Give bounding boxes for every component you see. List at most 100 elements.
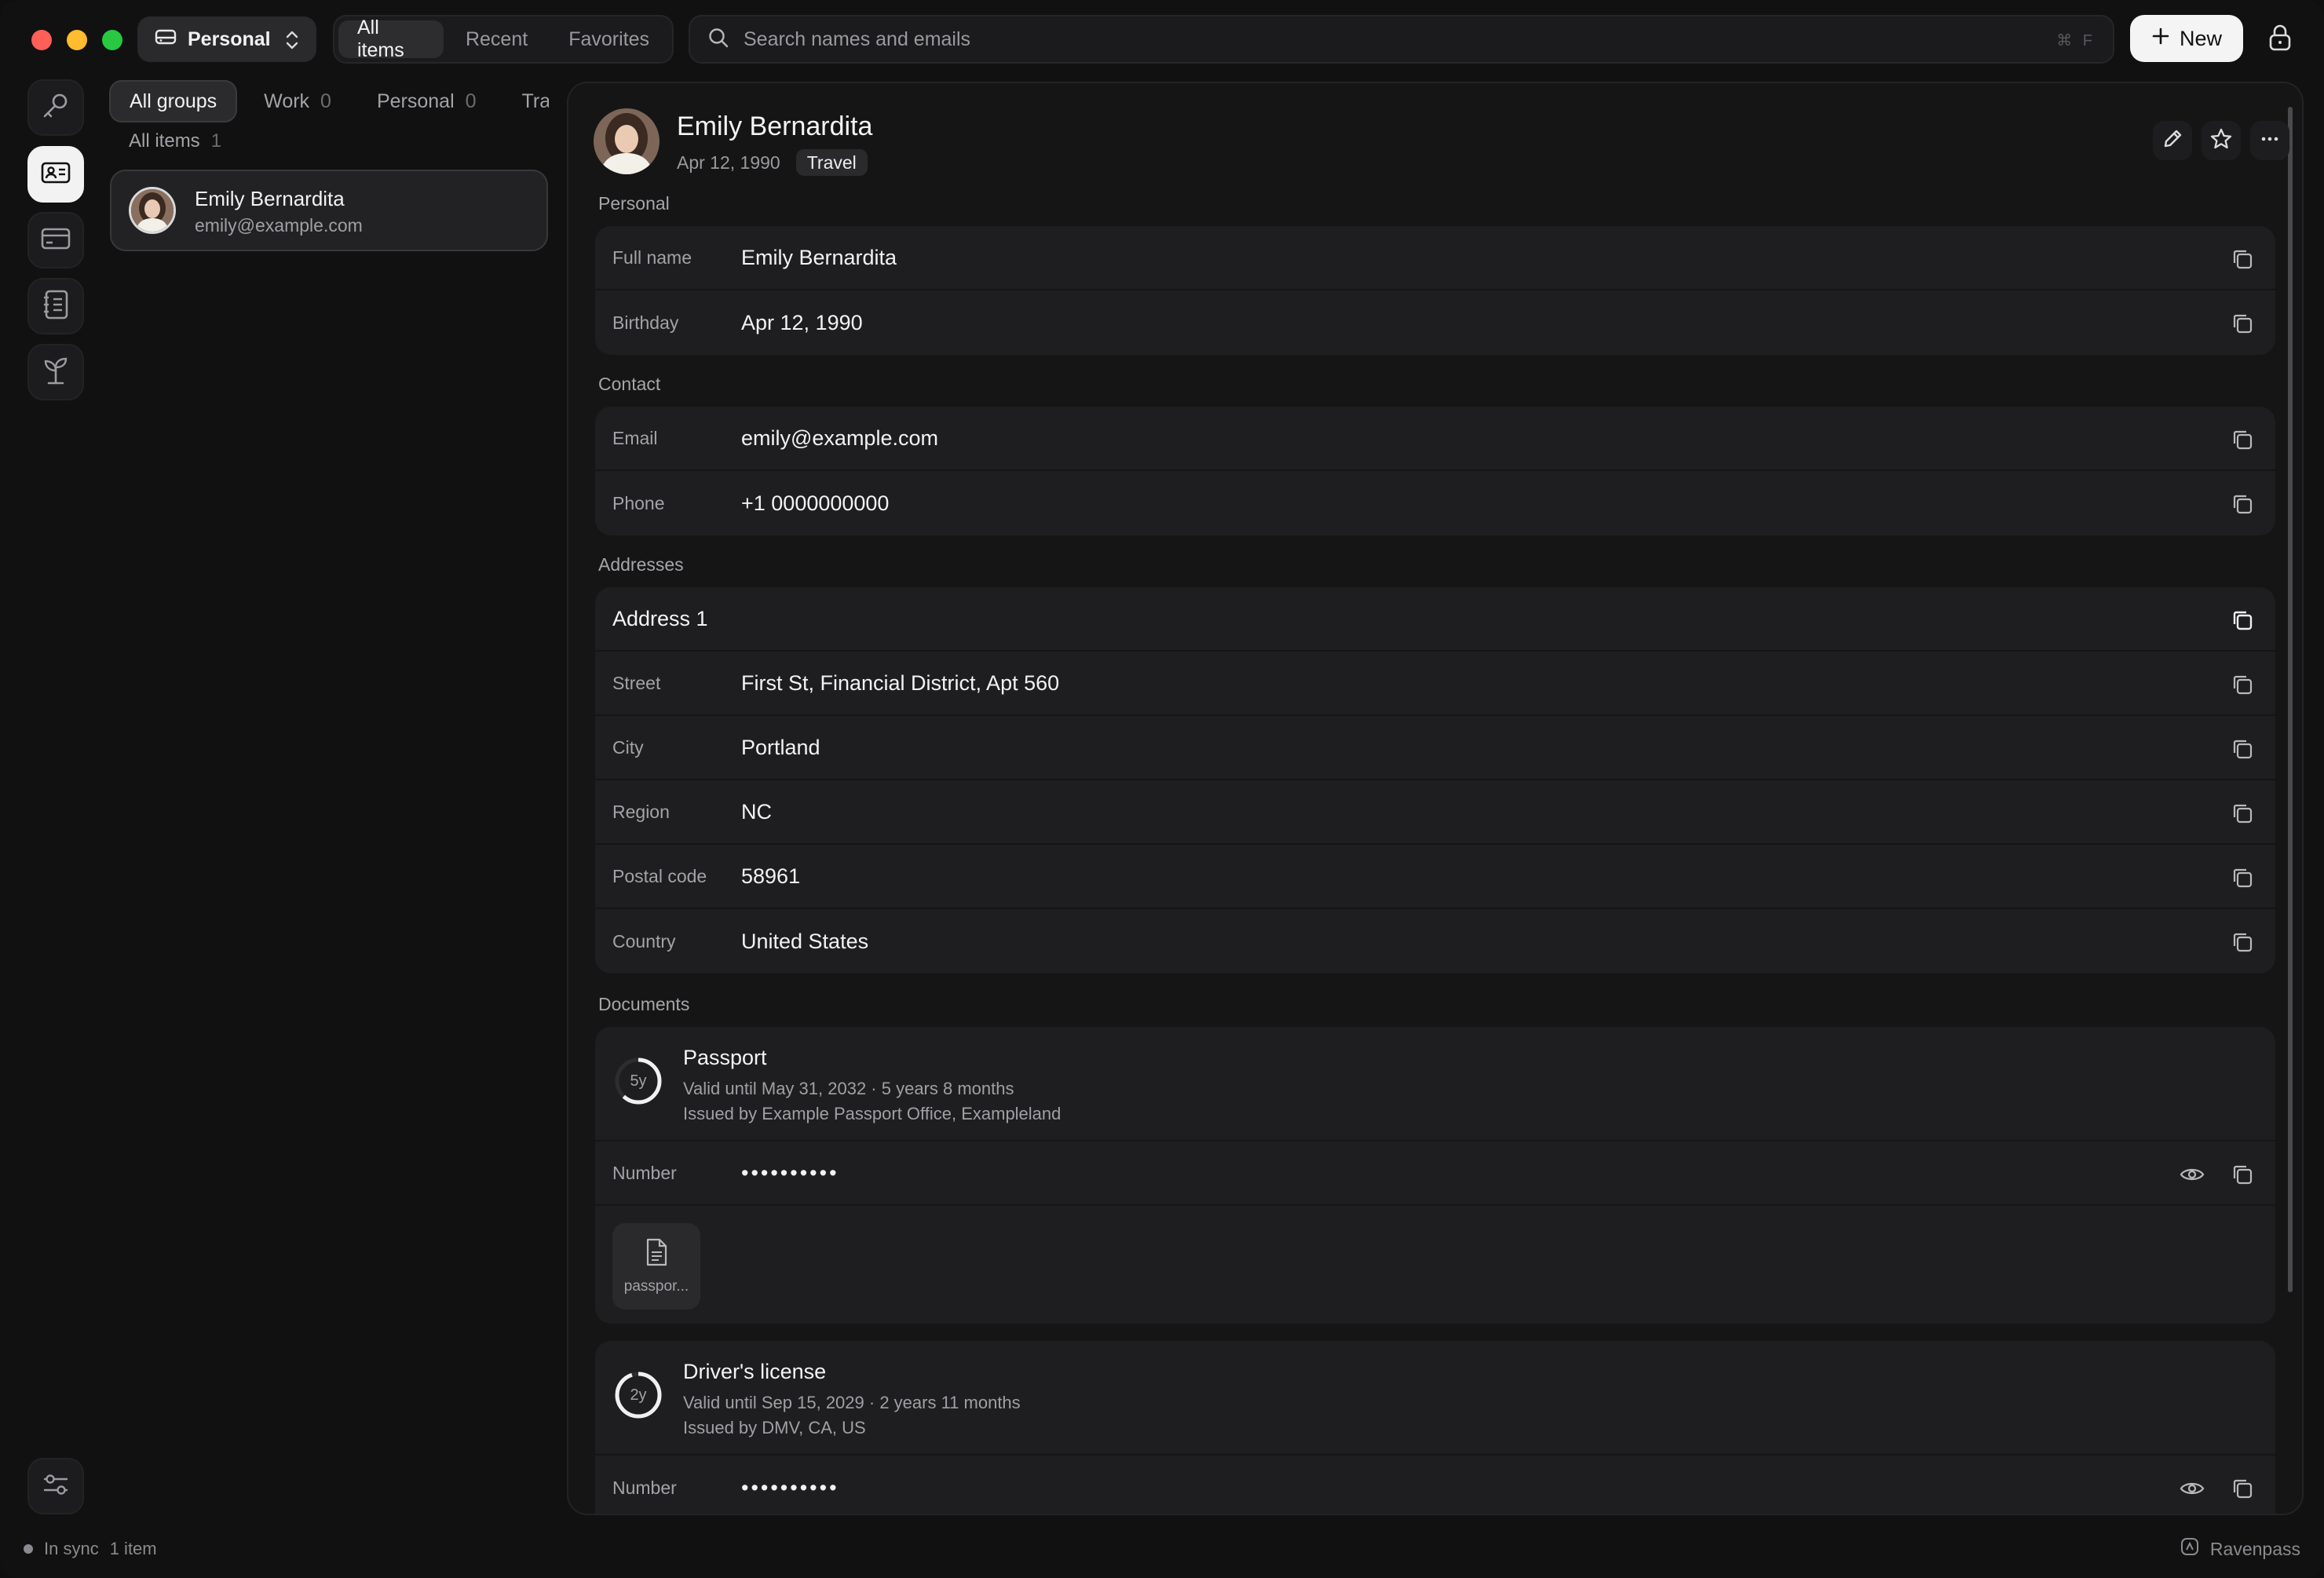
group-tag[interactable]: Travel	[795, 149, 868, 176]
contact-name: Emily Bernardita	[677, 111, 873, 141]
group-count: 0	[465, 89, 477, 112]
avatar	[594, 108, 660, 174]
field-value-masked[interactable]: ••••••••••	[741, 1161, 839, 1185]
app-window: Personal All items Recent Favorites ⌘ F …	[0, 0, 2324, 1578]
field-label: Full name	[612, 247, 692, 268]
list-header-count: 1	[210, 130, 222, 152]
field-label: Number	[612, 1477, 677, 1498]
sync-text: In sync	[44, 1539, 99, 1558]
tab-favorites[interactable]: Favorites	[550, 20, 668, 58]
validity-ring: 5y	[612, 1055, 664, 1107]
rail-notes[interactable]	[27, 278, 84, 334]
field-value[interactable]: 58961	[741, 864, 800, 889]
chevron-up-down-icon	[285, 30, 299, 56]
document-header: 5y Passport Valid until May 31, 2032 · 5…	[595, 1027, 2275, 1141]
pencil-icon	[2161, 127, 2184, 155]
avatar	[129, 187, 176, 234]
file-icon	[644, 1237, 669, 1271]
copy-icon[interactable]	[2227, 798, 2258, 829]
settings-button[interactable]	[27, 1458, 84, 1514]
rail-identities[interactable]	[27, 146, 84, 203]
field-value[interactable]: +1 0000000000	[741, 491, 889, 516]
field-value[interactable]: NC	[741, 800, 772, 824]
contact-card: Email emily@example.com Phone +1 0000000…	[595, 407, 2275, 535]
section-label-personal: Personal	[598, 193, 670, 214]
vault-name: Personal	[188, 27, 271, 50]
validity-ring: 2y	[612, 1369, 664, 1421]
search-bar: ⌘ F	[689, 15, 2114, 64]
zoom-window-button[interactable]	[102, 30, 122, 50]
edit-button[interactable]	[2153, 121, 2192, 160]
document-title: Passport	[683, 1046, 767, 1069]
copy-icon[interactable]	[2227, 669, 2258, 700]
field-value[interactable]: emily@example.com	[741, 426, 938, 451]
copy-icon[interactable]	[2227, 308, 2258, 339]
eye-icon[interactable]	[2176, 1473, 2208, 1504]
list-item-name: Emily Bernardita	[195, 187, 345, 210]
copy-icon[interactable]	[2227, 1159, 2258, 1190]
group-all[interactable]: All groups	[109, 80, 238, 122]
list-item[interactable]: Emily Bernardita emily@example.com	[110, 170, 548, 251]
field-label: Postal code	[612, 865, 707, 886]
copy-icon[interactable]	[2227, 243, 2258, 275]
vault-switcher[interactable]: Personal	[137, 16, 316, 62]
copy-icon[interactable]	[2227, 1473, 2258, 1504]
group-work[interactable]: Work 0	[245, 80, 350, 122]
group-label: Personal	[376, 89, 455, 112]
group-count: 0	[320, 89, 331, 112]
address-title: Address 1	[612, 606, 708, 630]
field-value[interactable]: Emily Bernardita	[741, 246, 897, 270]
field-label: Number	[612, 1162, 677, 1183]
group-label: All groups	[130, 89, 217, 112]
attachment-name: passpor...	[623, 1278, 689, 1295]
field-value[interactable]: Portland	[741, 736, 820, 760]
tab-recent[interactable]: Recent	[447, 20, 546, 58]
rail-cards[interactable]	[27, 212, 84, 268]
lock-icon	[2268, 24, 2292, 55]
group-travel[interactable]: Travel	[503, 80, 549, 122]
field-value[interactable]: United States	[741, 930, 868, 954]
rail-sprout[interactable]	[27, 344, 84, 400]
close-window-button[interactable]	[31, 30, 52, 50]
search-input[interactable]	[744, 27, 1921, 51]
copy-icon[interactable]	[2227, 733, 2258, 765]
brand-name: Ravenpass	[2209, 1538, 2300, 1559]
copy-icon[interactable]	[2227, 862, 2258, 893]
document-validity: Valid until May 31, 2032 · 5 years 8 mon…	[683, 1079, 1014, 1098]
new-item-button[interactable]: New	[2130, 15, 2243, 62]
field-value[interactable]: Apr 12, 1990	[741, 311, 863, 335]
field-value[interactable]: First St, Financial District, Apt 560	[741, 671, 1059, 696]
copy-all-icon[interactable]	[2227, 605, 2258, 636]
field-value-masked[interactable]: ••••••••••	[741, 1476, 839, 1500]
eye-icon[interactable]	[2176, 1159, 2208, 1190]
group-label: Work	[264, 89, 310, 112]
section-label-addresses: Addresses	[598, 554, 684, 575]
new-item-label: New	[2179, 26, 2222, 50]
search-shortcut-hint: ⌘ F	[2056, 32, 2096, 49]
field-row-number: Number ••••••••••	[595, 1456, 2275, 1514]
copy-icon[interactable]	[2227, 488, 2258, 520]
lock-vault-button[interactable]	[2260, 19, 2300, 60]
rail-passwords[interactable]	[27, 79, 84, 136]
field-label: Region	[612, 801, 670, 822]
field-label: Email	[612, 427, 658, 448]
field-label: City	[612, 736, 644, 758]
copy-icon[interactable]	[2227, 424, 2258, 455]
section-label-contact: Contact	[598, 374, 661, 394]
favorite-button[interactable]	[2202, 121, 2241, 160]
minimize-window-button[interactable]	[67, 30, 87, 50]
document-card-drivers-license: 2y Driver's license Valid until Sep 15, …	[595, 1341, 2275, 1514]
star-icon	[2209, 127, 2233, 155]
attachment-file[interactable]: passpor...	[612, 1223, 700, 1310]
copy-icon[interactable]	[2227, 926, 2258, 958]
tab-all-items[interactable]: All items	[338, 16, 444, 61]
section-label-documents: Documents	[598, 994, 690, 1014]
more-options-button[interactable]	[2250, 121, 2289, 160]
sync-status: In sync 1 item	[24, 1539, 157, 1559]
detail-panel: Emily Bernardita Apr 12, 1990 Travel Per…	[567, 82, 2304, 1515]
group-personal[interactable]: Personal 0	[358, 80, 495, 122]
detail-scrollbar[interactable]	[2288, 107, 2293, 1292]
field-row-region: Region NC	[595, 780, 2275, 845]
sync-dot-icon	[24, 1544, 33, 1554]
item-count: 1 item	[109, 1539, 157, 1558]
